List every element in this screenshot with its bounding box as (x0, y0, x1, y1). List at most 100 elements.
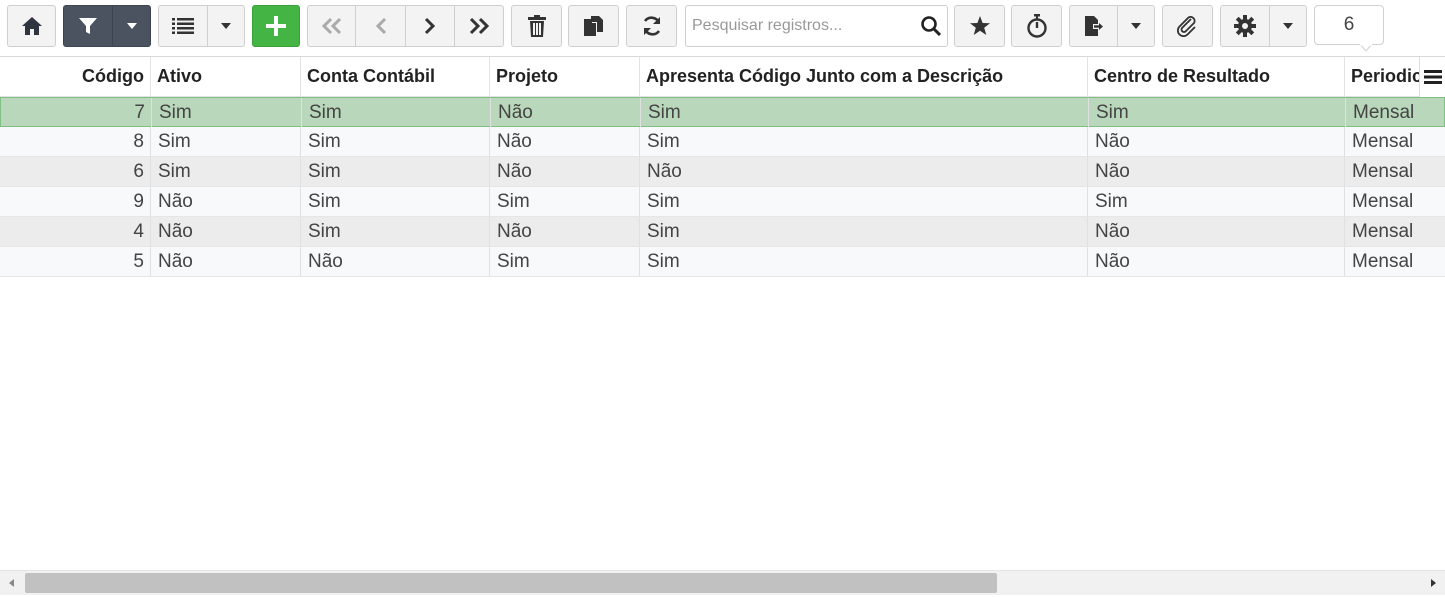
column-header-codigo[interactable]: Código (0, 57, 150, 96)
chevron-left-icon (375, 17, 386, 35)
cell-periodicidade: Mensal (1344, 127, 1445, 156)
refresh-icon (643, 16, 660, 36)
record-count-badge: 6 (1314, 5, 1384, 45)
copy-button[interactable] (568, 5, 619, 47)
cell-centro-resultado: Não (1087, 247, 1344, 276)
caret-down-icon (221, 23, 231, 29)
cell-apresenta-codigo: Sim (639, 187, 1087, 216)
cell-periodicidade: Mensal (1344, 217, 1445, 246)
previous-record-button[interactable] (356, 5, 406, 47)
cell-codigo: 8 (133, 131, 144, 152)
cell-projeto: Não (489, 217, 639, 246)
home-button[interactable] (7, 5, 56, 47)
add-record-button[interactable] (252, 5, 300, 47)
export-icon (1084, 16, 1103, 36)
stopwatch-icon (1026, 14, 1047, 38)
count-pointer (1360, 44, 1372, 52)
double-chevron-right-icon (469, 17, 490, 35)
double-chevron-left-icon (321, 17, 341, 35)
settings-button[interactable] (1220, 5, 1270, 47)
home-icon (21, 17, 42, 35)
cell-conta-contabil: Sim (300, 127, 489, 156)
cell-conta-contabil: Sim (301, 98, 490, 127)
cell-ativo: Não (150, 217, 300, 246)
toolbar: 6 (0, 0, 1445, 57)
cell-projeto: Sim (489, 247, 639, 276)
search-icon[interactable] (921, 16, 942, 41)
delete-button[interactable] (511, 5, 562, 47)
cell-conta-contabil: Não (300, 247, 489, 276)
cell-projeto: Não (490, 98, 640, 127)
cell-codigo: 4 (133, 221, 144, 242)
refresh-button[interactable] (626, 5, 677, 47)
cell-apresenta-codigo: Sim (639, 247, 1087, 276)
cell-apresenta-codigo: Sim (639, 127, 1087, 156)
next-record-button[interactable] (406, 5, 455, 47)
cell-conta-contabil: Sim (300, 157, 489, 186)
cell-centro-resultado: Sim (1087, 187, 1344, 216)
table-row[interactable]: 8 Sim Sim Não Sim Não Mensal (0, 127, 1445, 157)
cell-periodicidade: Mensal (1344, 247, 1445, 276)
cell-codigo: 6 (133, 161, 144, 182)
cell-periodicidade: Mensal (1345, 98, 1445, 127)
column-header-apresenta-codigo[interactable]: Apresenta Código Junto com a Descrição (639, 57, 1087, 96)
cell-periodicidade: Mensal (1344, 187, 1445, 216)
cell-centro-resultado: Sim (1088, 98, 1345, 127)
filter-button[interactable] (63, 5, 113, 47)
grid-header: Código Ativo Conta Contábil Projeto Apre… (0, 57, 1445, 98)
timer-button[interactable] (1011, 5, 1062, 47)
copy-icon (583, 16, 603, 36)
first-record-button[interactable] (307, 5, 356, 47)
table-row[interactable]: 5 Não Não Sim Sim Não Mensal (0, 247, 1445, 277)
table-row[interactable]: 6 Sim Sim Não Não Não Mensal (0, 157, 1445, 187)
cell-apresenta-codigo: Sim (639, 217, 1087, 246)
cell-centro-resultado: Não (1087, 217, 1344, 246)
star-icon (969, 16, 990, 35)
cell-codigo: 9 (133, 191, 144, 212)
caret-down-icon (1131, 23, 1141, 29)
cell-ativo: Não (150, 247, 300, 276)
cell-ativo: Sim (150, 157, 300, 186)
cell-projeto: Não (489, 127, 639, 156)
scroll-right-arrow-icon[interactable] (1427, 576, 1439, 590)
list-dropdown-button[interactable] (208, 5, 245, 47)
cell-conta-contabil: Sim (300, 187, 489, 216)
scroll-left-arrow-icon[interactable] (6, 576, 18, 590)
column-header-periodicidade[interactable]: Periodicidade (1344, 57, 1419, 96)
table-row[interactable]: 4 Não Sim Não Sim Não Mensal (0, 217, 1445, 247)
attach-button[interactable] (1162, 5, 1213, 47)
hamburger-icon (1424, 70, 1442, 84)
chevron-right-icon (424, 17, 436, 35)
search-box (685, 5, 948, 47)
column-header-conta-contabil[interactable]: Conta Contábil (300, 57, 489, 96)
cell-ativo: Não (150, 187, 300, 216)
caret-down-icon (126, 23, 137, 29)
trash-icon (527, 15, 546, 37)
export-dropdown-button[interactable] (1118, 5, 1155, 47)
column-menu-button[interactable] (1419, 57, 1445, 97)
cell-apresenta-codigo: Sim (640, 98, 1088, 127)
horizontal-scrollbar[interactable] (0, 570, 1445, 595)
column-header-projeto[interactable]: Projeto (489, 57, 639, 96)
last-record-button[interactable] (455, 5, 504, 47)
list-icon (172, 18, 194, 34)
column-header-ativo[interactable]: Ativo (150, 57, 300, 96)
cell-ativo: Sim (150, 127, 300, 156)
filter-dropdown-button[interactable] (113, 5, 151, 47)
paperclip-icon (1176, 16, 1196, 37)
export-button[interactable] (1069, 5, 1118, 47)
cell-periodicidade: Mensal (1344, 157, 1445, 186)
search-input[interactable] (686, 6, 920, 46)
cell-ativo: Sim (151, 98, 301, 127)
cell-codigo: 7 (134, 102, 145, 123)
table-row[interactable]: 9 Não Sim Sim Sim Sim Mensal (0, 187, 1445, 217)
favorite-button[interactable] (954, 5, 1005, 47)
cell-projeto: Sim (489, 187, 639, 216)
cell-centro-resultado: Não (1087, 157, 1344, 186)
cell-conta-contabil: Sim (300, 217, 489, 246)
table-row[interactable]: 7 Sim Sim Não Sim Sim Mensal (0, 97, 1445, 127)
settings-dropdown-button[interactable] (1270, 5, 1307, 47)
list-view-button[interactable] (158, 5, 208, 47)
scrollbar-thumb[interactable] (25, 573, 997, 593)
column-header-centro-resultado[interactable]: Centro de Resultado (1087, 57, 1344, 96)
